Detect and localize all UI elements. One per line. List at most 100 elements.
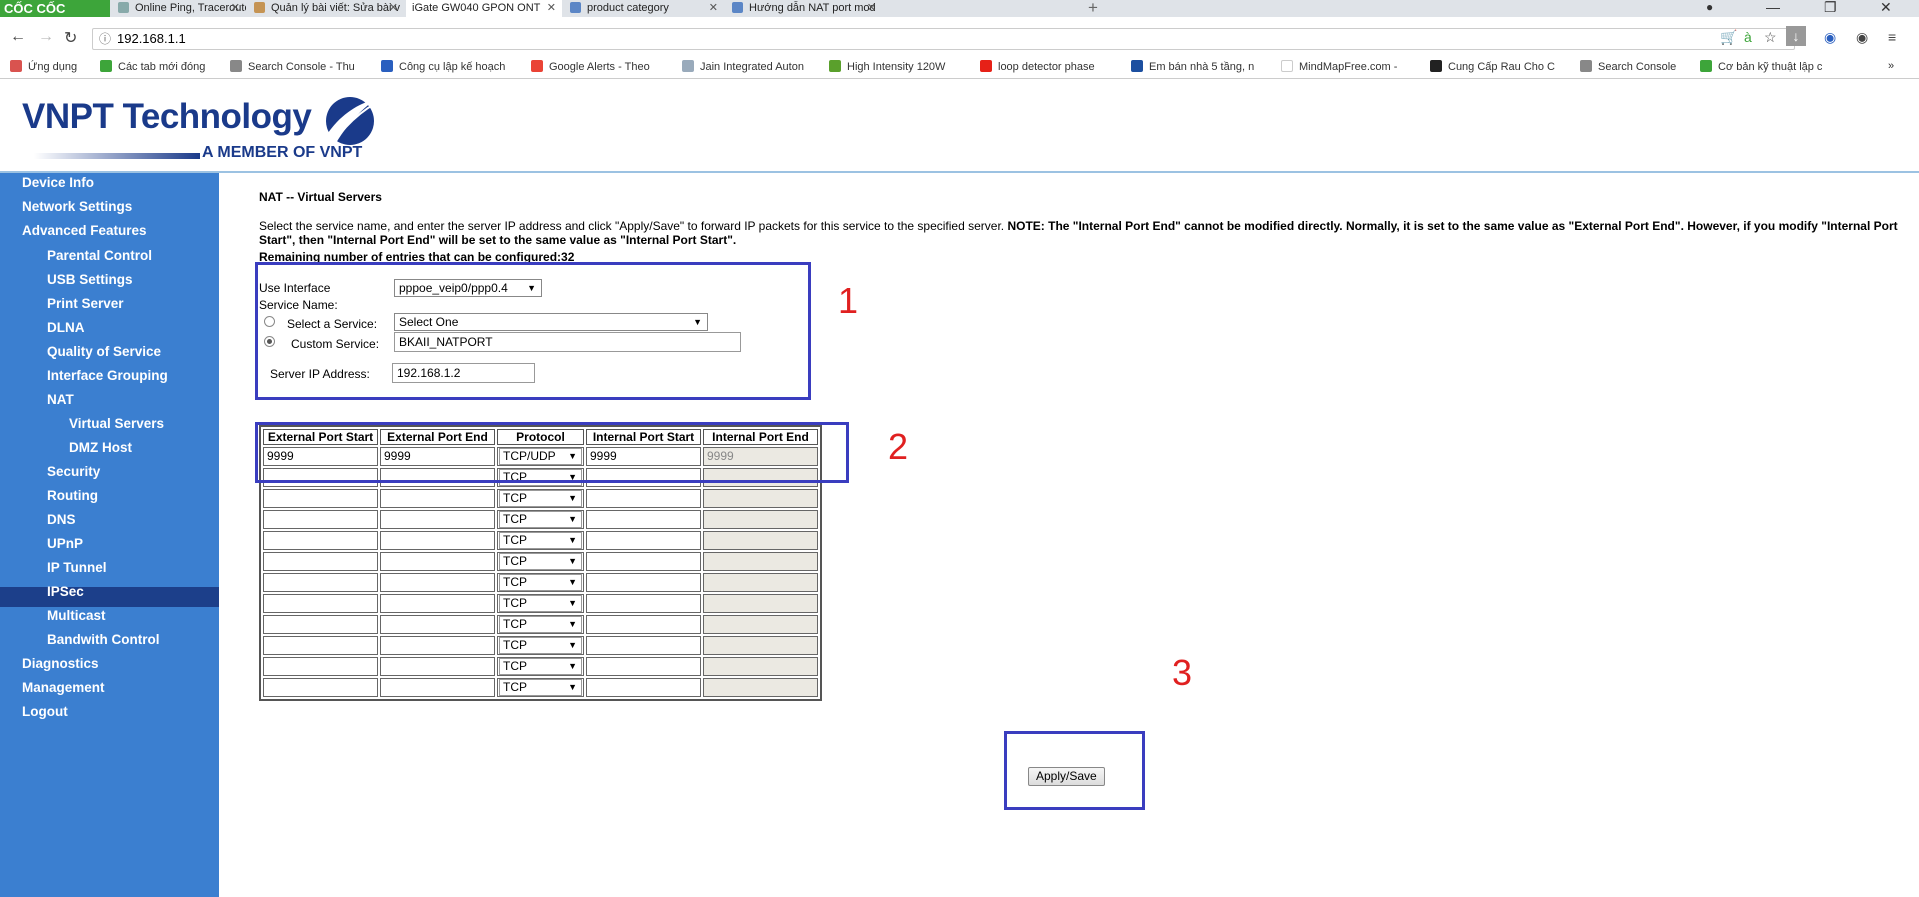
browser-tab[interactable]: Quản lý bài viết: Sửa bài v ✕ — [248, 0, 404, 17]
extension-icon[interactable]: ◉ — [1856, 29, 1868, 46]
protocol-select[interactable]: TCP ▼ — [499, 616, 582, 633]
external-port-start-cell[interactable] — [263, 594, 378, 613]
external-port-end-cell[interactable] — [380, 594, 495, 613]
internal-port-start-cell[interactable] — [586, 489, 701, 508]
protocol-select[interactable]: TCP ▼ — [499, 490, 582, 507]
sidebar-item-routing[interactable]: Routing — [47, 488, 98, 503]
internal-port-start-cell[interactable] — [586, 615, 701, 634]
sidebar-item-upnp[interactable]: UPnP — [47, 536, 83, 551]
external-port-end-cell[interactable] — [380, 678, 495, 697]
internal-port-start-cell[interactable] — [586, 678, 701, 697]
sidebar-item-device-info[interactable]: Device Info — [22, 175, 94, 190]
internal-port-start-cell[interactable] — [586, 510, 701, 529]
bookmark-item[interactable]: Em bán nhà 5 tầng, n — [1131, 60, 1254, 73]
protocol-cell[interactable]: TCP ▼ — [497, 594, 584, 613]
close-icon[interactable]: ✕ — [709, 0, 718, 17]
external-port-start-cell[interactable] — [263, 552, 378, 571]
protocol-cell[interactable]: TCP ▼ — [497, 573, 584, 592]
protocol-select[interactable]: TCP ▼ — [499, 658, 582, 675]
protocol-select[interactable]: TCP ▼ — [499, 574, 582, 591]
external-port-start-cell[interactable] — [263, 657, 378, 676]
browser-tab-active[interactable]: iGate GW040 GPON ONT ✕ — [406, 0, 562, 17]
protocol-cell[interactable]: TCP ▼ — [497, 489, 584, 508]
protocol-select[interactable]: TCP ▼ — [499, 679, 582, 696]
browser-tab[interactable]: Hướng dẫn NAT port mod ✕ — [726, 0, 882, 17]
external-port-end-cell[interactable] — [380, 510, 495, 529]
sidebar-item-ipsec[interactable]: IPSec — [47, 584, 84, 599]
forward-icon[interactable]: → — [38, 28, 54, 46]
close-window-icon[interactable]: ✕ — [1880, 0, 1892, 16]
bookmark-item[interactable]: Các tab mới đóng — [100, 60, 205, 73]
protocol-cell[interactable]: TCP ▼ — [497, 615, 584, 634]
sidebar-item-interface-grouping[interactable]: Interface Grouping — [47, 368, 168, 383]
internal-port-start-cell[interactable] — [586, 531, 701, 550]
protocol-select[interactable]: TCP ▼ — [499, 637, 582, 654]
sidebar-item-ip-tunnel[interactable]: IP Tunnel — [47, 560, 107, 575]
close-icon[interactable]: ✕ — [867, 0, 876, 17]
bookmark-item[interactable]: Google Alerts - Theo — [531, 60, 650, 73]
protocol-cell[interactable]: TCP ▼ — [497, 678, 584, 697]
new-tab-icon[interactable]: + — [1088, 0, 1098, 18]
external-port-start-cell[interactable] — [263, 615, 378, 634]
cart-icon[interactable]: 🛒 — [1720, 29, 1737, 46]
sidebar-item-logout[interactable]: Logout — [22, 704, 68, 719]
internal-port-start-cell[interactable] — [586, 552, 701, 571]
sidebar-item-usb-settings[interactable]: USB Settings — [47, 272, 133, 287]
profile-icon[interactable]: ● — [1706, 0, 1713, 14]
external-port-start-cell[interactable] — [263, 636, 378, 655]
sidebar-item-multicast[interactable]: Multicast — [47, 608, 106, 623]
protocol-select[interactable]: TCP ▼ — [499, 553, 582, 570]
protocol-select[interactable]: TCP ▼ — [499, 532, 582, 549]
external-port-end-cell[interactable] — [380, 573, 495, 592]
external-port-end-cell[interactable] — [380, 657, 495, 676]
reload-icon[interactable]: ↻ — [64, 28, 77, 48]
bookmark-item[interactable]: MindMapFree.com - — [1281, 60, 1397, 73]
url-input[interactable]: ⓘ 192.168.1.1 — [92, 28, 1795, 50]
minimize-icon[interactable]: — — [1766, 0, 1780, 15]
bookmark-item[interactable]: loop detector phase — [980, 60, 1095, 73]
sidebar-item-dmz-host[interactable]: DMZ Host — [69, 440, 132, 455]
bookmark-apps[interactable]: Ứng dụng — [10, 60, 77, 73]
sidebar-item-network-settings[interactable]: Network Settings — [22, 199, 132, 214]
protocol-cell[interactable]: TCP ▼ — [497, 552, 584, 571]
bookmark-item[interactable]: Cơ bản kỹ thuật lập c — [1700, 60, 1822, 73]
sidebar-item-diagnostics[interactable]: Diagnostics — [22, 656, 99, 671]
sidebar-item-dlna[interactable]: DLNA — [47, 320, 85, 335]
coccoc-icon[interactable]: à — [1744, 29, 1752, 45]
restore-icon[interactable]: ❐ — [1824, 0, 1837, 16]
close-icon[interactable]: ✕ — [389, 0, 398, 17]
bookmark-item[interactable]: Jain Integrated Auton — [682, 60, 804, 73]
bookmark-item[interactable]: Search Console — [1580, 60, 1676, 73]
download-icon[interactable]: ↓ — [1786, 26, 1806, 46]
protocol-select[interactable]: TCP ▼ — [499, 595, 582, 612]
browser-tab[interactable]: product category ✕ — [564, 0, 724, 17]
protocol-cell[interactable]: TCP ▼ — [497, 531, 584, 550]
info-icon[interactable]: ⓘ — [99, 29, 111, 49]
browser-tab[interactable]: Online Ping, Traceroute, D✕ — [112, 0, 246, 17]
sidebar-item-virtual-servers[interactable]: Virtual Servers — [69, 416, 164, 431]
bookmark-item[interactable]: High Intensity 120W — [829, 60, 945, 73]
close-icon[interactable]: ✕ — [231, 0, 240, 17]
sidebar-item-parental-control[interactable]: Parental Control — [47, 248, 152, 263]
sidebar-item-bandwith-control[interactable]: Bandwith Control — [47, 632, 159, 647]
internal-port-start-cell[interactable] — [586, 636, 701, 655]
sidebar-item-nat[interactable]: NAT — [47, 392, 74, 407]
star-icon[interactable]: ☆ — [1764, 29, 1777, 46]
sidebar-item-security[interactable]: Security — [47, 464, 100, 479]
external-port-start-cell[interactable] — [263, 489, 378, 508]
external-port-end-cell[interactable] — [380, 615, 495, 634]
protocol-cell[interactable]: TCP ▼ — [497, 657, 584, 676]
sidebar-item-advanced-features[interactable]: Advanced Features — [22, 223, 147, 238]
internal-port-start-cell[interactable] — [586, 657, 701, 676]
extension-icon[interactable]: ◉ — [1824, 29, 1836, 46]
close-icon[interactable]: ✕ — [547, 0, 556, 17]
back-icon[interactable]: ← — [10, 28, 26, 46]
external-port-start-cell[interactable] — [263, 531, 378, 550]
bookmark-item[interactable]: Công cụ lập kế hoạch — [381, 60, 505, 73]
external-port-start-cell[interactable] — [263, 678, 378, 697]
sidebar-item-print-server[interactable]: Print Server — [47, 296, 124, 311]
internal-port-start-cell[interactable] — [586, 573, 701, 592]
external-port-end-cell[interactable] — [380, 552, 495, 571]
external-port-end-cell[interactable] — [380, 531, 495, 550]
external-port-end-cell[interactable] — [380, 489, 495, 508]
